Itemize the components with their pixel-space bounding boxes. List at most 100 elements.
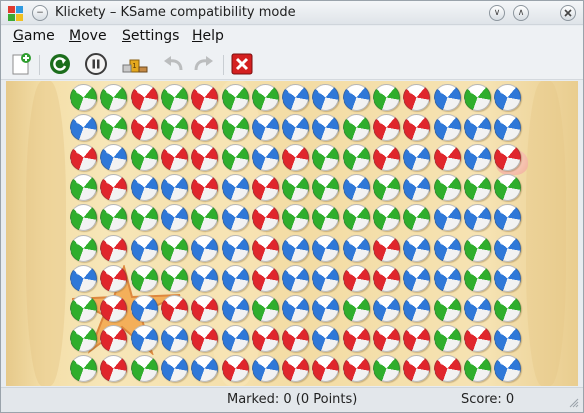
ball-blue[interactable] [252,355,279,382]
ball-blue[interactable] [131,295,158,322]
ball-green[interactable] [70,84,97,111]
ball-blue[interactable] [434,235,461,262]
ball-blue[interactable] [161,174,188,201]
ball-blue[interactable] [222,204,249,231]
ball-red[interactable] [222,355,249,382]
ball-red[interactable] [373,325,400,352]
ball-red[interactable] [252,204,279,231]
ball-green[interactable] [282,174,309,201]
ball-green[interactable] [312,174,339,201]
ball-green[interactable] [343,204,370,231]
new-game-button[interactable] [9,52,33,76]
ball-blue[interactable] [222,325,249,352]
maximize-button[interactable]: ∧ [513,5,529,21]
ball-blue[interactable] [312,114,339,141]
ball-green[interactable] [494,174,521,201]
ball-blue[interactable] [494,235,521,262]
ball-red[interactable] [434,355,461,382]
ball-red[interactable] [403,84,430,111]
ball-red[interactable] [100,355,127,382]
ball-blue[interactable] [161,355,188,382]
ball-red[interactable] [191,84,218,111]
ball-red[interactable] [191,174,218,201]
ball-blue[interactable] [70,265,97,292]
ball-red[interactable] [282,355,309,382]
ball-red[interactable] [100,295,127,322]
ball-green[interactable] [434,295,461,322]
ball-red[interactable] [343,355,370,382]
ball-green[interactable] [464,235,491,262]
ball-blue[interactable] [222,235,249,262]
ball-green[interactable] [161,265,188,292]
ball-red[interactable] [191,295,218,322]
ball-red[interactable] [191,114,218,141]
ball-red[interactable] [252,325,279,352]
ball-blue[interactable] [434,265,461,292]
ball-green[interactable] [464,355,491,382]
ball-green[interactable] [464,84,491,111]
ball-red[interactable] [131,114,158,141]
ball-blue[interactable] [282,84,309,111]
ball-red[interactable] [191,144,218,171]
title-bar[interactable]: − Klickety – KSame compatibility mode ∨ … [1,1,583,25]
ball-green[interactable] [494,295,521,322]
ball-green[interactable] [434,174,461,201]
ball-green[interactable] [131,355,158,382]
ball-green[interactable] [131,265,158,292]
ball-green[interactable] [100,204,127,231]
ball-green[interactable] [191,204,218,231]
ball-blue[interactable] [312,295,339,322]
ball-blue[interactable] [222,295,249,322]
menu-help[interactable]: Help [192,28,224,44]
ball-blue[interactable] [70,114,97,141]
game-board[interactable] [6,81,578,386]
ball-blue[interactable] [343,235,370,262]
ball-red[interactable] [403,114,430,141]
highscores-button[interactable]: 1 [122,52,148,76]
ball-green[interactable] [343,144,370,171]
ball-red[interactable] [373,144,400,171]
ball-green[interactable] [434,325,461,352]
ball-green[interactable] [464,174,491,201]
ball-red[interactable] [131,84,158,111]
ball-green[interactable] [161,235,188,262]
ball-blue[interactable] [131,325,158,352]
ball-green[interactable] [161,114,188,141]
ball-green[interactable] [100,114,127,141]
ball-blue[interactable] [494,325,521,352]
ball-red[interactable] [70,144,97,171]
ball-blue[interactable] [464,295,491,322]
ball-blue[interactable] [282,265,309,292]
ball-blue[interactable] [282,114,309,141]
ball-blue[interactable] [403,144,430,171]
ball-blue[interactable] [131,174,158,201]
menu-settings[interactable]: Settings [122,28,179,44]
pause-button[interactable] [84,52,108,76]
ball-green[interactable] [70,295,97,322]
ball-red[interactable] [161,295,188,322]
ball-red[interactable] [252,265,279,292]
ball-red[interactable] [312,355,339,382]
ball-green[interactable] [70,235,97,262]
ball-green[interactable] [70,174,97,201]
ball-red[interactable] [282,144,309,171]
ball-red[interactable] [100,174,127,201]
ball-green[interactable] [222,84,249,111]
ball-green[interactable] [312,204,339,231]
ball-blue[interactable] [403,265,430,292]
ball-red[interactable] [100,265,127,292]
ball-red[interactable] [494,144,521,171]
ball-red[interactable] [464,325,491,352]
ball-blue[interactable] [222,174,249,201]
ball-green[interactable] [343,295,370,322]
ball-blue[interactable] [343,84,370,111]
ball-blue[interactable] [343,174,370,201]
ball-green[interactable] [70,204,97,231]
menu-move[interactable]: Move [69,28,107,44]
ball-red[interactable] [252,174,279,201]
ball-blue[interactable] [312,235,339,262]
ball-green[interactable] [131,204,158,231]
ball-red[interactable] [343,325,370,352]
ball-blue[interactable] [434,84,461,111]
ball-red[interactable] [343,265,370,292]
